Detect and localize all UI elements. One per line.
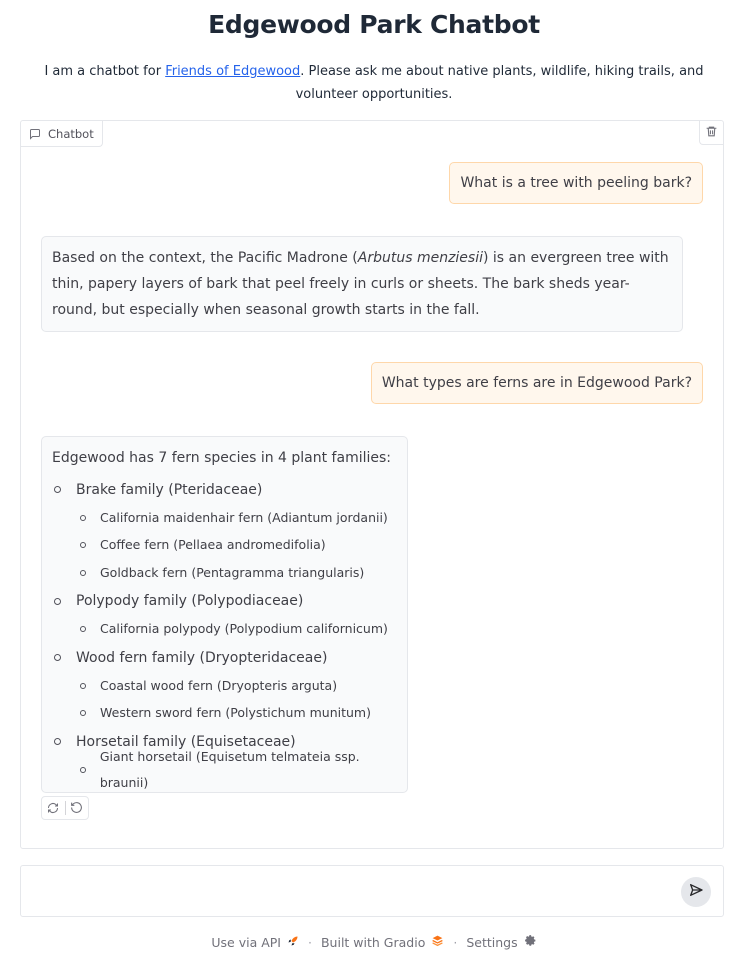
- message-actions: [41, 796, 89, 820]
- built-with-gradio-link[interactable]: Built with Gradio: [321, 934, 444, 950]
- list-item-species: Coastal wood fern (Dryopteris arguta): [52, 672, 397, 700]
- list-item-species: Giant horsetail (Equisetum telmateia ssp…: [52, 749, 397, 790]
- chat-input-box: [20, 865, 724, 917]
- undo-button[interactable]: [66, 797, 89, 819]
- bot-message: Based on the context, the Pacific Madron…: [41, 236, 683, 332]
- clear-chat-button[interactable]: [699, 121, 723, 145]
- list-item-family: Brake family (Pteridaceae): [52, 475, 397, 504]
- list-item-species: California polypody (Polypodium californ…: [52, 616, 397, 644]
- gradio-logo-icon: [431, 934, 444, 950]
- retry-icon: [47, 799, 59, 818]
- bot-message: Edgewood has 7 fern species in 4 plant f…: [41, 436, 408, 793]
- list-item-species: California maidenhair fern (Adiantum jor…: [52, 504, 397, 532]
- page-description: I am a chatbot for Friends of Edgewood. …: [44, 64, 704, 102]
- send-icon: [688, 882, 704, 902]
- rocket-icon: [287, 935, 299, 950]
- undo-icon: [70, 799, 83, 818]
- message-input[interactable]: [33, 880, 673, 904]
- footer: Use via API · Built with Gradio · Settin…: [0, 934, 748, 950]
- chat-icon: [29, 128, 41, 140]
- trash-icon: [705, 123, 718, 142]
- list-item-family: Polypody family (Polypodiaceae): [52, 587, 397, 616]
- user-message: What types are ferns are in Edgewood Par…: [370, 362, 703, 404]
- send-button[interactable]: [681, 877, 711, 907]
- friends-of-edgewood-link[interactable]: Friends of Edgewood: [165, 64, 300, 79]
- retry-button[interactable]: [42, 797, 65, 819]
- settings-link[interactable]: Settings: [466, 934, 536, 950]
- chatbot-panel: Chatbot What is a tree with peeling bark…: [20, 120, 724, 849]
- chatbot-label: Chatbot: [21, 121, 103, 147]
- list-item-species: Western sword fern (Polystichum munitum): [52, 700, 397, 728]
- user-message: What is a tree with peeling bark?: [449, 162, 703, 204]
- fern-intro: Edgewood has 7 fern species in 4 plant f…: [52, 450, 391, 466]
- list-item-family: Wood fern family (Dryopteridaceae): [52, 643, 397, 672]
- list-item-species: Goldback fern (Pentagramma triangularis): [52, 559, 397, 587]
- fern-list: Brake family (Pteridaceae) California ma…: [52, 475, 397, 790]
- page-title: Edgewood Park Chatbot: [208, 10, 540, 39]
- list-item-species: Coffee fern (Pellaea andromedifolia): [52, 532, 397, 560]
- gear-icon: [524, 934, 537, 950]
- use-via-api-link[interactable]: Use via API: [211, 935, 299, 950]
